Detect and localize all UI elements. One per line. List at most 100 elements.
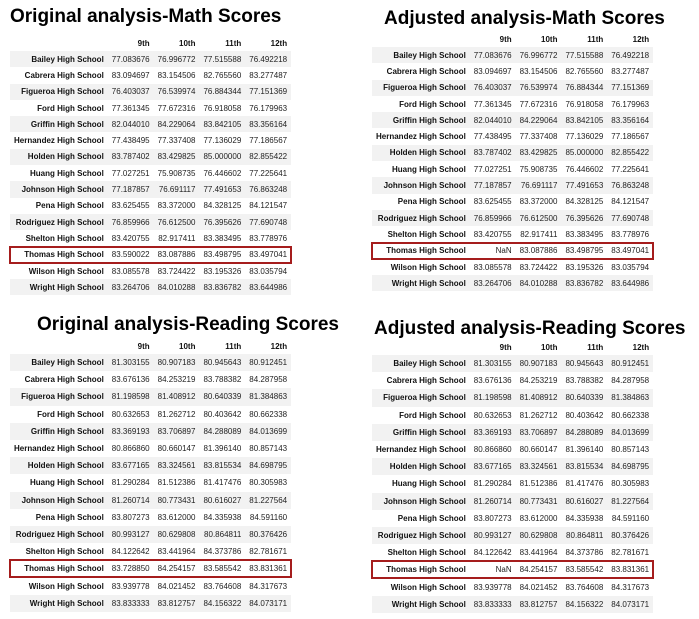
score-cell: 83.087886 [519,246,558,256]
score-cell: 83.420755 [111,233,150,243]
score-cell: 80.912451 [611,359,650,369]
score-cell: 81.303155 [473,359,512,369]
score-cell: 81.303155 [111,358,150,368]
table-row: Wilson High School 83.085578 83.724422 83.1… [372,258,654,276]
table-row: Hernandez High School 77.438495 77.337408 7… [10,132,292,149]
score-cell: 84.328125 [565,197,604,207]
score-cell: 77.672316 [157,103,196,113]
panel-title: Original analysis-Math Scores [10,6,282,27]
school-name: Griffin High School [30,426,104,436]
score-cell: 83.356164 [249,119,288,129]
score-cell: 80.945643 [565,359,604,369]
table-row: Griffin High School 82.044010 84.229064 83.… [372,112,654,129]
school-name: Figueroa High School [383,83,466,93]
score-cell: 84.156322 [565,599,604,609]
school-name: Huang High School [392,164,466,174]
school-name: Pena High School [35,512,104,522]
table-row: Johnson High School 77.187857 76.691117 77.… [10,181,292,198]
highlighted-row: Thomas High School NaN 83.087886 83.498795 8… [370,241,655,260]
score-cell: 81.417476 [565,479,604,489]
panel-title: Adjusted analysis-Math Scores [384,8,665,29]
score-cell: 76.179963 [611,99,650,109]
score-cell: 76.395626 [203,217,242,227]
column-header: 10th [179,342,196,351]
score-cell: 81.290284 [473,479,512,489]
score-cell: 82.044010 [111,119,150,129]
score-cell: 75.908735 [157,168,196,178]
score-cell: 82.781671 [249,547,288,557]
header-row: 9th 10th 11th 12th [372,340,653,355]
score-cell: 80.616027 [203,495,242,505]
score-cell: 80.640339 [565,393,604,403]
score-cell: 77.491653 [565,181,604,191]
score-cell: NaN [495,246,512,256]
column-header: 12th [632,35,650,44]
score-cell: 77.690748 [611,213,650,223]
column-header: 9th [137,39,150,48]
score-cell: 77.151369 [249,87,288,97]
score-cell: 82.765560 [565,66,604,76]
school-name: Johnson High School [383,181,466,191]
score-cell: 80.403642 [203,409,242,419]
score-cell: 81.417476 [203,478,242,488]
index-header [372,32,470,47]
score-cell: 80.660147 [157,444,196,454]
score-cell: 81.262712 [157,409,196,419]
table-row: Pena High School 83.625455 83.372000 84.328… [10,197,292,214]
score-cell: 75.908735 [519,164,558,174]
score-cell: 84.121547 [611,197,650,207]
score-cell: 84.010288 [157,282,196,292]
column-header: 10th [541,35,558,44]
score-cell: 83.787402 [473,148,512,158]
score-cell: 83.706897 [157,426,196,436]
table-row: Griffin High School 83.369193 83.706897 84.… [10,422,292,440]
school-name: Wilson High School [28,581,104,591]
table-row: Huang High School 77.027251 75.908735 76.44… [372,161,654,178]
table-row: Pena High School 83.807273 83.612000 84.335… [10,508,292,526]
score-cell: 83.497041 [611,246,650,256]
score-cell: 83.812757 [157,598,196,608]
score-cell: 77.186567 [611,132,650,142]
school-name: Huang High School [30,478,104,488]
score-cell: 84.073171 [249,598,288,608]
score-cell: 83.369193 [111,426,150,436]
score-cell: 76.403037 [111,87,150,97]
score-cell: 83.154506 [519,66,558,76]
score-cell: 83.787402 [111,152,150,162]
score-cell: 84.013699 [611,427,650,437]
score-cell: 77.187857 [473,181,512,191]
table-row: Wright High School 83.833333 83.812757 84.1… [372,595,654,613]
column-header: 10th [541,343,558,352]
table-row: Johnson High School 81.260714 80.773431 80.… [372,492,654,510]
scores-table: 9th 10th 11th 12th Bailey High School 81.3031… [370,340,655,613]
score-cell: 83.788382 [565,376,604,386]
table-row: Rodriguez High School 76.859966 76.612500 7… [372,209,654,227]
score-cell: 83.372000 [519,197,558,207]
score-cell: 84.021452 [157,581,196,591]
score-cell: 84.373786 [203,547,242,557]
score-cell: 80.864811 [204,529,242,539]
school-name: Griffin High School [392,115,466,125]
score-cell: 80.857143 [249,444,288,454]
score-cell: 84.698795 [611,462,650,472]
score-cell: 83.836782 [565,278,604,288]
score-cell: 85.000000 [565,148,604,158]
score-cell: 83.706897 [519,427,558,437]
score-cell: 83.441964 [519,548,558,558]
scores-table: 9th 10th 11th 12th Bailey High School 77.0836… [8,36,293,296]
school-name: Huang High School [30,168,104,178]
score-cell: 83.833333 [111,598,150,608]
score-cell: 76.884344 [565,83,604,93]
score-cell: 84.229064 [519,115,558,125]
score-cell: 80.305983 [611,479,650,489]
score-cell: 83.154506 [157,70,196,80]
score-cell: 81.396140 [565,445,604,455]
score-cell: 83.815534 [203,461,242,471]
school-name: Bailey High School [393,359,466,369]
score-cell: 83.324561 [519,462,558,472]
score-cell: 82.917411 [158,233,196,243]
table-row: Figueroa High School 81.198598 81.408912 80… [10,388,292,406]
score-cell: 77.187857 [111,185,150,195]
header-row: 9th 10th 11th 12th [10,36,291,51]
score-cell: 83.676136 [473,376,512,386]
